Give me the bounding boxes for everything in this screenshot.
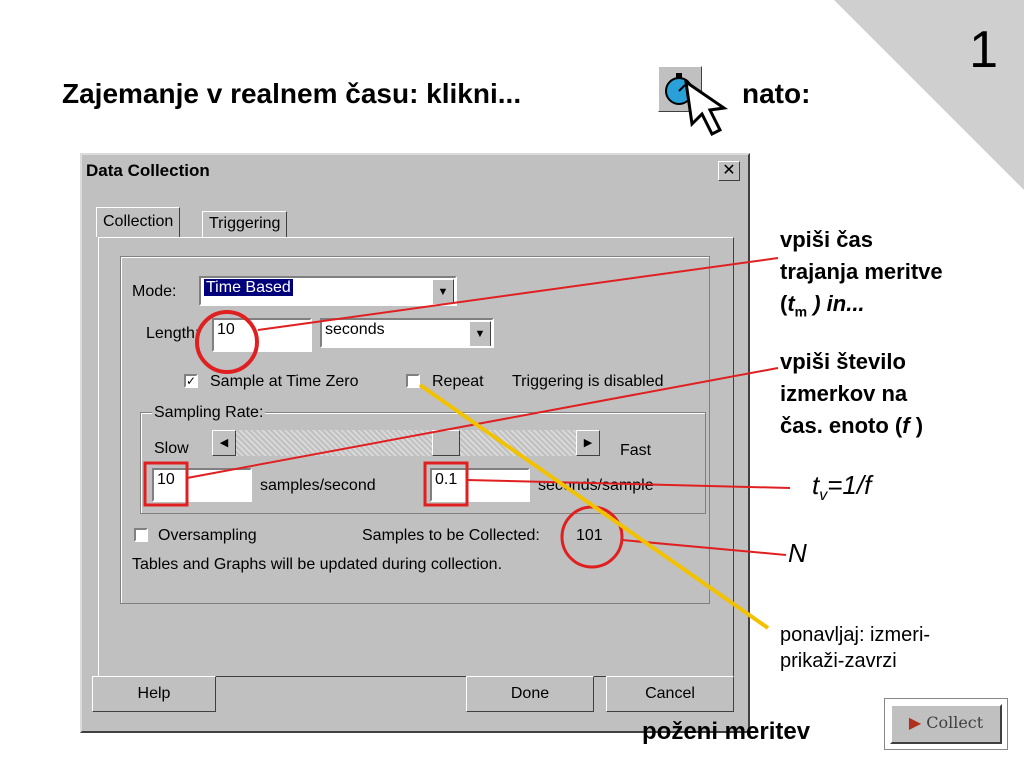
repeat-note: ponavljaj: izmeri- prikaži-zavrzi <box>780 624 931 672</box>
samples-highlight-box <box>143 461 189 507</box>
seconds-callout-line <box>466 479 791 489</box>
samples-note: vpiši število izmerkov na čas. enoto (f … <box>780 349 924 438</box>
interval-formula: tv=1/f <box>812 470 872 505</box>
seconds-highlight-box <box>423 461 469 507</box>
length-note: vpiši čas trajanja meritve (tm ) in... <box>780 227 943 320</box>
count-highlight-circle <box>560 505 624 569</box>
run-measurement-label: poženi meritev <box>642 718 811 745</box>
length-highlight-circle <box>195 310 259 374</box>
n-label: N <box>788 538 807 568</box>
length-callout-line <box>257 257 779 331</box>
repeat-callout-line <box>418 383 770 630</box>
collect-button[interactable]: ▶ Collect <box>890 704 1002 744</box>
play-icon: ▶ <box>908 713 922 732</box>
samples-callout-line <box>186 367 779 479</box>
